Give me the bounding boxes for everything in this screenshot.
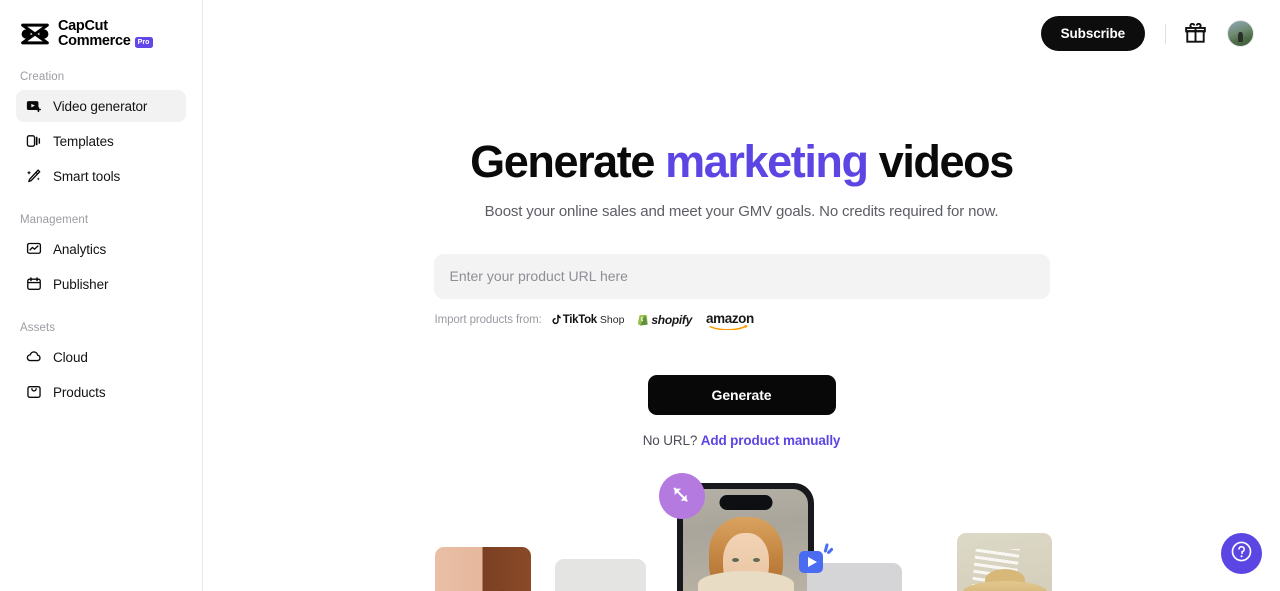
shopify-brand-name: shopify: [651, 312, 692, 327]
sidebar-item-analytics[interactable]: Analytics: [16, 233, 186, 265]
sidebar: CapCut Commerce Pro Creation Video gener…: [0, 0, 203, 591]
publisher-icon: [25, 276, 42, 293]
templates-icon: [25, 133, 42, 150]
sidebar-item-smart-tools[interactable]: Smart tools: [16, 160, 186, 192]
magic-wand-badge-icon: [659, 473, 705, 519]
url-input-area: Import products from: TikTok Shop: [433, 253, 1050, 330]
sidebar-item-publisher[interactable]: Publisher: [16, 268, 186, 300]
video-generator-icon: [25, 98, 42, 115]
logo-line-1: CapCut: [58, 18, 108, 34]
product-url-input[interactable]: [433, 253, 1050, 299]
hero-subtitle: Boost your online sales and meet your GM…: [484, 202, 999, 220]
page-title: Generate marketing videos: [203, 136, 1280, 187]
model-eye-left: [731, 558, 739, 562]
subscribe-button[interactable]: Subscribe: [1040, 16, 1145, 51]
sidebar-group-assets: Cloud Products: [0, 341, 202, 408]
sidebar-item-label: Publisher: [53, 276, 109, 292]
help-button[interactable]: [1221, 533, 1262, 574]
hero-title-part1: Generate: [470, 136, 666, 187]
question-mark-icon: [1230, 540, 1253, 568]
sidebar-section-label-management: Management: [20, 214, 89, 227]
model-shoulder: [697, 571, 794, 591]
generate-button[interactable]: Generate: [647, 374, 836, 415]
cloud-icon: [25, 349, 42, 366]
logo-line-2: Commerce: [58, 33, 131, 50]
gift-icon[interactable]: [1182, 21, 1208, 47]
sidebar-item-label: Video generator: [53, 98, 148, 114]
model-eye-right: [752, 558, 760, 562]
sidebar-group-creation: Video generator Templates Smart tools: [0, 90, 202, 192]
tiktok-shop-suffix: Shop: [599, 313, 625, 326]
sidebar-item-label: Analytics: [53, 241, 107, 257]
sidebar-group-management: Analytics Publisher: [0, 233, 202, 300]
sidebar-item-label: Cloud: [53, 349, 88, 365]
hurry-up-card[interactable]: HURRY UP!: [555, 559, 646, 591]
sidebar-section-label-creation: Creation: [20, 71, 65, 84]
hat-portrait-card[interactable]: [957, 533, 1052, 591]
capcut-logo-icon: [20, 21, 50, 47]
hero-section: Generate marketing videos Boost your onl…: [203, 0, 1280, 448]
import-sources-row: Import products from: TikTok Shop shopif…: [434, 311, 1050, 330]
no-url-row: No URL? Add product manually: [203, 433, 1280, 448]
add-product-manually-link[interactable]: Add product manually: [701, 433, 841, 448]
tiktok-brand-name: TikTok: [562, 313, 598, 326]
app-root: CapCut Commerce Pro Creation Video gener…: [0, 0, 1280, 591]
products-icon: [25, 384, 42, 401]
top-bar: Subscribe: [1040, 0, 1280, 67]
sidebar-item-label: Products: [53, 384, 106, 400]
amazon-swoosh-icon: [709, 324, 748, 330]
topbar-divider: [1165, 23, 1166, 44]
play-badge-icon: [797, 537, 837, 577]
analytics-icon: [25, 241, 42, 258]
user-avatar[interactable]: [1227, 20, 1254, 47]
phone-notch: [719, 495, 772, 510]
import-products-label: Import products from:: [434, 313, 542, 326]
app-logo[interactable]: CapCut Commerce Pro: [0, 0, 202, 49]
sidebar-item-cloud[interactable]: Cloud: [16, 341, 186, 373]
sidebar-item-video-generator[interactable]: Video generator: [16, 90, 186, 123]
sidebar-section-label-assets: Assets: [20, 322, 56, 335]
sample-gallery: HURRY UP!: [203, 455, 1280, 591]
amazon-logo[interactable]: amazon: [706, 311, 754, 330]
shopify-logo[interactable]: shopify: [637, 313, 692, 327]
main-content: Subscribe Generate marketing videos Boos…: [203, 0, 1280, 591]
tiktok-shop-logo[interactable]: TikTok Shop: [550, 313, 625, 326]
sidebar-item-label: Templates: [53, 133, 114, 149]
sidebar-item-templates[interactable]: Templates: [16, 125, 186, 157]
hero-title-part2: videos: [867, 136, 1015, 187]
eyes-closeup-card[interactable]: [435, 547, 531, 591]
sidebar-item-products[interactable]: Products: [16, 376, 186, 408]
smart-tools-icon: [25, 168, 42, 185]
no-url-text: No URL?: [642, 432, 701, 448]
sidebar-item-label: Smart tools: [53, 168, 121, 184]
pro-badge: Pro: [134, 36, 153, 49]
hero-title-accent: marketing: [665, 136, 869, 187]
